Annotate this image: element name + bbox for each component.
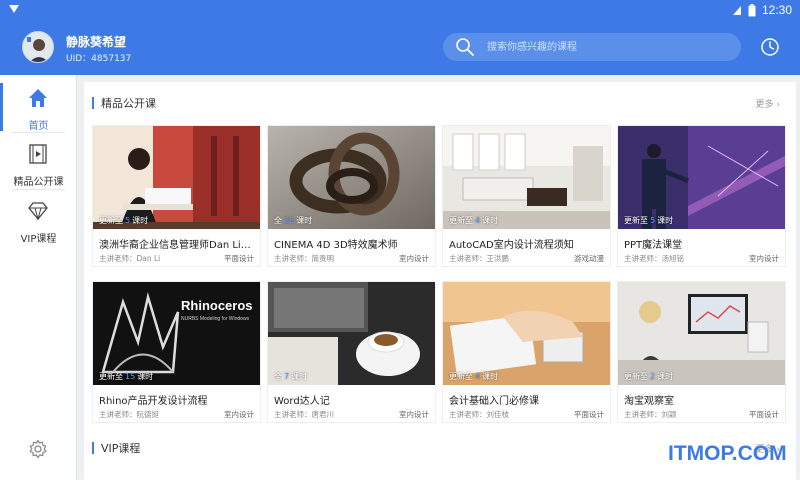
history-icon[interactable]: [760, 37, 780, 57]
course-category: 室内设计: [749, 254, 779, 263]
rhino-logo-text: Rhinoceros: [181, 298, 253, 313]
diamond-icon: [28, 202, 48, 221]
course-teacher: 主讲老师：阮德挺: [99, 410, 159, 419]
more-link[interactable]: 更多 ›: [756, 97, 780, 110]
course-teacher: 主讲老师：刘佳枝: [449, 410, 509, 419]
course-teacher: 主讲老师：Dan Li: [99, 254, 161, 263]
sidebar-item-home[interactable]: 首页: [0, 79, 77, 135]
search-input[interactable]: [487, 38, 727, 56]
course-category: 室内设计: [399, 254, 429, 263]
course-category: 室内设计: [399, 410, 429, 419]
course-card[interactable]: 更新至 4 课时 AutoCAD室内设计流程须知 主讲老师：王洪鹏 游戏动漫: [442, 125, 611, 267]
sidebar: 首页 精品公开课 VIP课程: [0, 75, 77, 480]
course-category: 室内设计: [224, 410, 254, 419]
course-title: PPT魔法课堂: [624, 240, 683, 251]
course-thumbnail: [93, 126, 260, 229]
course-title: 会计基础入门必修课: [449, 396, 539, 407]
section-title: VIP课程: [101, 442, 141, 455]
course-thumbnail: [618, 126, 785, 229]
sidebar-divider: [12, 132, 65, 133]
course-card[interactable]: 更新至 5 课时 PPT魔法课堂 主讲老师：汤旭铭 室内设计: [617, 125, 786, 267]
content-panel: 精品公开课 更多 › 更新至 5 课时 澳洲华裔企业信息管理师Dan Li个... …: [84, 82, 796, 480]
course-card[interactable]: 更新至 4 课时 会计基础入门必修课 主讲老师：刘佳枝 平面设计: [442, 281, 611, 423]
rhino-subtitle-text: NURBS Modeling for Windows: [181, 316, 250, 322]
course-teacher: 主讲老师：唐君川: [274, 410, 334, 419]
course-title: 澳洲华裔企业信息管理师Dan Li个...: [99, 240, 257, 251]
status-bar: 12:30: [0, 0, 800, 20]
course-title: Rhino产品开发设计流程: [99, 396, 208, 407]
lesson-badge: 全 7 课时: [274, 372, 308, 381]
course-thumbnail: [443, 126, 610, 229]
course-category: 平面设计: [749, 410, 779, 419]
course-thumbnail: [268, 282, 435, 385]
sidebar-item-label: VIP课程: [20, 234, 57, 245]
section-accent-bar: [92, 442, 94, 454]
sidebar-item-label: 首页: [28, 121, 49, 132]
course-card[interactable]: Rhinoceros NURBS Modeling for Windows 更新…: [92, 281, 261, 423]
watermark: ITMOP.COM: [668, 442, 787, 465]
course-teacher: 主讲老师：简贵明: [274, 254, 334, 263]
course-title: CINEMA 4D 3D特效魔术师: [274, 240, 398, 251]
battery-icon: [748, 3, 756, 16]
gear-icon[interactable]: [28, 439, 48, 459]
course-thumbnail: [443, 282, 610, 385]
signal-icon: [732, 6, 741, 15]
lesson-badge: 全 25 课时: [274, 216, 313, 225]
lesson-badge: 更新至 2 课时: [624, 372, 674, 381]
search-icon[interactable]: [455, 37, 475, 57]
course-category: 游戏动漫: [574, 254, 604, 263]
video-icon: [29, 144, 47, 164]
course-title: AutoCAD室内设计流程须知: [449, 240, 574, 251]
notification-icon: [9, 5, 19, 13]
course-thumbnail: [618, 282, 785, 385]
section-accent-bar: [92, 97, 94, 109]
course-card[interactable]: 全 7 课时 Word达人记 主讲老师：唐君川 室内设计: [267, 281, 436, 423]
course-category: 平面设计: [574, 410, 604, 419]
course-category: 平面设计: [224, 254, 254, 263]
sidebar-item-label: 精品公开课: [13, 177, 64, 188]
lesson-badge: 更新至 15 课时: [99, 372, 154, 381]
sidebar-divider: [12, 189, 65, 190]
section-header-featured: 精品公开课 更多 ›: [92, 93, 788, 113]
course-title: 淘宝观察室: [624, 396, 674, 407]
course-card[interactable]: 更新至 2 课时 淘宝观察室 主讲老师：刘颖 平面设计: [617, 281, 786, 423]
course-card[interactable]: 全 25 课时 CINEMA 4D 3D特效魔术师 主讲老师：简贵明 室内设计: [267, 125, 436, 267]
course-thumbnail: Rhinoceros NURBS Modeling for Windows: [93, 282, 260, 385]
course-title: Word达人记: [274, 396, 330, 407]
course-thumbnail: [268, 126, 435, 229]
course-teacher: 主讲老师：汤旭铭: [624, 254, 684, 263]
sidebar-item-open-courses[interactable]: 精品公开课: [0, 135, 77, 191]
lesson-badge: 更新至 4 课时: [449, 372, 499, 381]
lesson-badge: 更新至 5 课时: [624, 216, 674, 225]
course-teacher: 主讲老师：刘颖: [624, 410, 677, 419]
sidebar-item-vip[interactable]: VIP课程: [0, 192, 77, 248]
course-teacher: 主讲老师：王洪鹏: [449, 254, 509, 263]
section-title: 精品公开课: [101, 97, 156, 110]
avatar[interactable]: [22, 31, 54, 63]
user-name[interactable]: 静脉葵希望: [66, 33, 126, 50]
search-box[interactable]: [443, 33, 741, 61]
user-uid: UID：4857137: [66, 54, 132, 64]
app-header: 12:30 静脉葵希望 UID：4857137: [0, 0, 800, 75]
lesson-badge: 更新至 4 课时: [449, 216, 499, 225]
course-card[interactable]: 更新至 5 课时 澳洲华裔企业信息管理师Dan Li个... 主讲老师：Dan Li…: [92, 125, 261, 267]
status-time: 12:30: [761, 3, 792, 17]
home-icon: [29, 89, 47, 107]
lesson-badge: 更新至 5 课时: [99, 216, 149, 225]
